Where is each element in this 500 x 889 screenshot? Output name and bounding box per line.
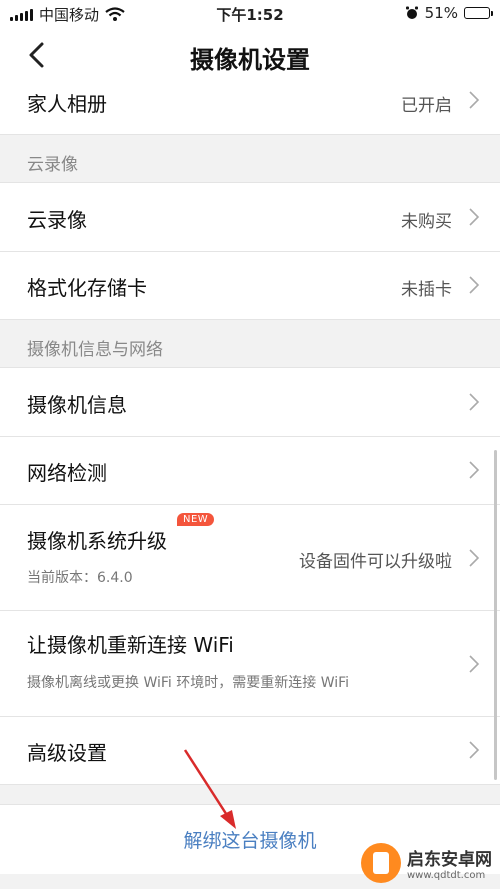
format-sd-row[interactable]: 格式化存储卡 未插卡 xyxy=(0,252,500,320)
chevron-right-icon xyxy=(469,655,480,673)
scrollbar[interactable] xyxy=(494,450,497,780)
status-bar: 中国移动 下午1:52 51% xyxy=(0,0,500,28)
section-header-cloud: 云录像 xyxy=(0,135,500,183)
chevron-right-icon xyxy=(469,461,480,479)
cloud-recording-label: 云录像 xyxy=(27,208,87,232)
advanced-settings-label: 高级设置 xyxy=(27,741,107,765)
chevron-right-icon xyxy=(469,549,480,567)
reconnect-wifi-row[interactable]: 让摄像机重新连接 WiFi 摄像机离线或更换 WiFi 环境时，需要重新连接 W… xyxy=(0,611,500,717)
reconnect-wifi-label: 让摄像机重新连接 WiFi xyxy=(27,633,234,657)
settings-list: 家人相册 已开启 云录像 云录像 未购买 格式化存储卡 未插卡 摄像机信息与网络… xyxy=(0,82,500,785)
network-check-label: 网络检测 xyxy=(27,461,107,485)
watermark-logo-icon xyxy=(361,843,401,883)
format-sd-label: 格式化存储卡 xyxy=(27,276,147,300)
chevron-right-icon xyxy=(469,276,480,294)
page-title: 摄像机设置 xyxy=(190,46,310,74)
upgrade-status: 设备固件可以升级啦 xyxy=(299,552,452,572)
cloud-recording-row[interactable]: 云录像 未购买 xyxy=(0,183,500,252)
new-badge: NEW xyxy=(177,513,215,526)
watermark-url: www.qdtdt.com xyxy=(407,870,486,881)
advanced-settings-row[interactable]: 高级设置 xyxy=(0,717,500,785)
watermark: 启东安卓网 www.qdtdt.com xyxy=(361,843,492,883)
cloud-recording-value: 未购买 xyxy=(401,212,452,232)
battery-percent: 51% xyxy=(424,4,458,22)
network-check-row[interactable]: 网络检测 xyxy=(0,437,500,505)
chevron-right-icon xyxy=(469,91,480,109)
system-upgrade-row[interactable]: 摄像机系统升级 NEW 当前版本：6.4.0 设备固件可以升级啦 xyxy=(0,505,500,611)
section-header-info: 摄像机信息与网络 xyxy=(0,320,500,368)
format-sd-value: 未插卡 xyxy=(401,280,452,300)
family-album-value: 已开启 xyxy=(401,96,452,116)
family-album-label: 家人相册 xyxy=(27,92,107,116)
chevron-right-icon xyxy=(469,741,480,759)
nav-bar: 摄像机设置 xyxy=(0,28,500,82)
chevron-right-icon xyxy=(469,208,480,226)
chevron-right-icon xyxy=(469,393,480,411)
family-album-row[interactable]: 家人相册 已开启 xyxy=(0,82,500,135)
battery-icon xyxy=(464,7,493,19)
section-title: 云录像 xyxy=(27,155,78,175)
reconnect-wifi-hint: 摄像机离线或更换 WiFi 环境时，需要重新连接 WiFi xyxy=(27,675,350,691)
section-title: 摄像机信息与网络 xyxy=(27,340,163,360)
alarm-icon xyxy=(405,6,418,19)
camera-info-label: 摄像机信息 xyxy=(27,393,127,417)
watermark-title: 启东安卓网 xyxy=(407,850,492,870)
status-right: 51% xyxy=(405,4,493,22)
watermark-text: 启东安卓网 www.qdtdt.com xyxy=(407,845,492,881)
current-version: 当前版本：6.4.0 xyxy=(27,570,133,586)
camera-info-row[interactable]: 摄像机信息 xyxy=(0,368,500,437)
system-upgrade-label: 摄像机系统升级 xyxy=(27,529,167,553)
